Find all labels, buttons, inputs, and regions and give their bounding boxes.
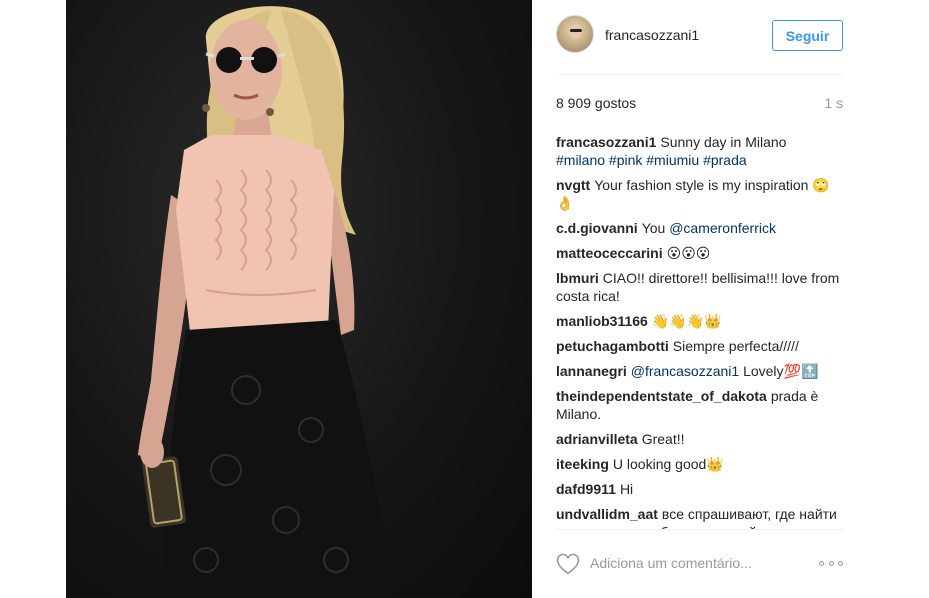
dot-icon [828,560,834,566]
dot-icon [838,560,843,566]
list-item: lannanegri @francasozzani1 Lovely💯🔝 [556,362,843,380]
avatar[interactable] [556,15,594,53]
list-item: adrianvilleta Great!! [556,430,843,448]
post-header: francasozzani1 Seguir [556,15,843,57]
post-side-panel: francasozzani1 Seguir 8 909 gostos 1 s f… [556,0,843,598]
comment-author[interactable]: lannanegri [556,363,627,379]
comment-input[interactable] [590,552,810,574]
comments-divider [556,529,843,530]
comment-text: Lovely💯🔝 [743,363,819,379]
list-item: dafd9911 Hi [556,480,843,498]
comment-mention[interactable]: @cameronferrick [669,220,776,236]
dot-icon [819,560,824,566]
caption: francasozzani1 Sunny day in Milano #milan… [556,133,843,169]
list-item: manliob31166 👋👋👋👑 [556,312,843,330]
caption-hashtags[interactable]: #milano #pink #miumiu #prada [556,152,747,168]
comment-author[interactable]: dafd9911 [556,481,616,497]
likes-row: 8 909 gostos 1 s [556,95,843,113]
comment-author[interactable]: theindependentstate_of_dakota [556,388,767,404]
comment-mention[interactable]: @francasozzani1 [631,363,739,379]
comment-author[interactable]: manliob31166 [556,313,648,329]
caption-text: Sunny day in Milano [660,134,787,150]
comment-action-bar [556,545,843,583]
comment-text: Hi [619,481,634,497]
comments-list[interactable]: francasozzani1 Sunny day in Milano #milan… [556,133,843,529]
list-item: theindependentstate_of_dakota prada è Mil… [556,387,843,423]
comment-text: U looking good👑 [612,456,724,472]
list-item: petuchagambotti Siempre perfecta///// [556,337,843,355]
avatar-sunglasses [570,29,582,32]
comment-author[interactable]: adrianvilleta [556,431,638,447]
comment-text: Your fashion style is my inspiration 🙄👌 [556,177,830,211]
comment-text: Siempre perfecta///// [672,338,799,354]
comment-text: Great!! [641,431,685,447]
comment-author[interactable]: c.d.giovanni [556,220,638,236]
username-link[interactable]: francasozzani1 [605,27,699,43]
caption-author[interactable]: francasozzani1 [556,134,656,150]
list-item: lbmuri CIAO!! direttore!! bellisima!!! lo… [556,269,843,305]
header-divider [556,74,843,75]
list-item: matteoceccarini 😮😮😮 [556,244,843,262]
follow-button[interactable]: Seguir [772,20,843,51]
likes-count[interactable]: 8 909 gostos [556,95,636,111]
comment-text: 😮😮😮 [666,245,711,261]
list-item: iteeking U looking good👑 [556,455,843,473]
comment-author[interactable]: undvallidm_aat [556,506,658,522]
comment-text: 👋👋👋👑 [651,313,722,329]
post-photo[interactable] [66,0,532,598]
comment-author[interactable]: matteoceccarini [556,245,663,261]
photo-illustration [138,6,396,598]
comment-author[interactable]: nvgtt [556,177,590,193]
heart-icon[interactable] [556,553,580,575]
comment-author[interactable]: lbmuri [556,270,599,286]
comment-author[interactable]: iteeking [556,456,609,472]
list-item: c.d.giovanni You @cameronferrick [556,219,843,237]
avatar-face [570,25,582,39]
list-item: nvgtt Your fashion style is my inspiratio… [556,176,843,212]
comment-author[interactable]: petuchagambotti [556,338,669,354]
post-time[interactable]: 1 s [824,95,843,111]
list-item: undvallidm_aat все спрашивают, где найти … [556,505,843,529]
more-options-icon[interactable] [819,554,843,572]
comment-text: You [641,220,666,236]
